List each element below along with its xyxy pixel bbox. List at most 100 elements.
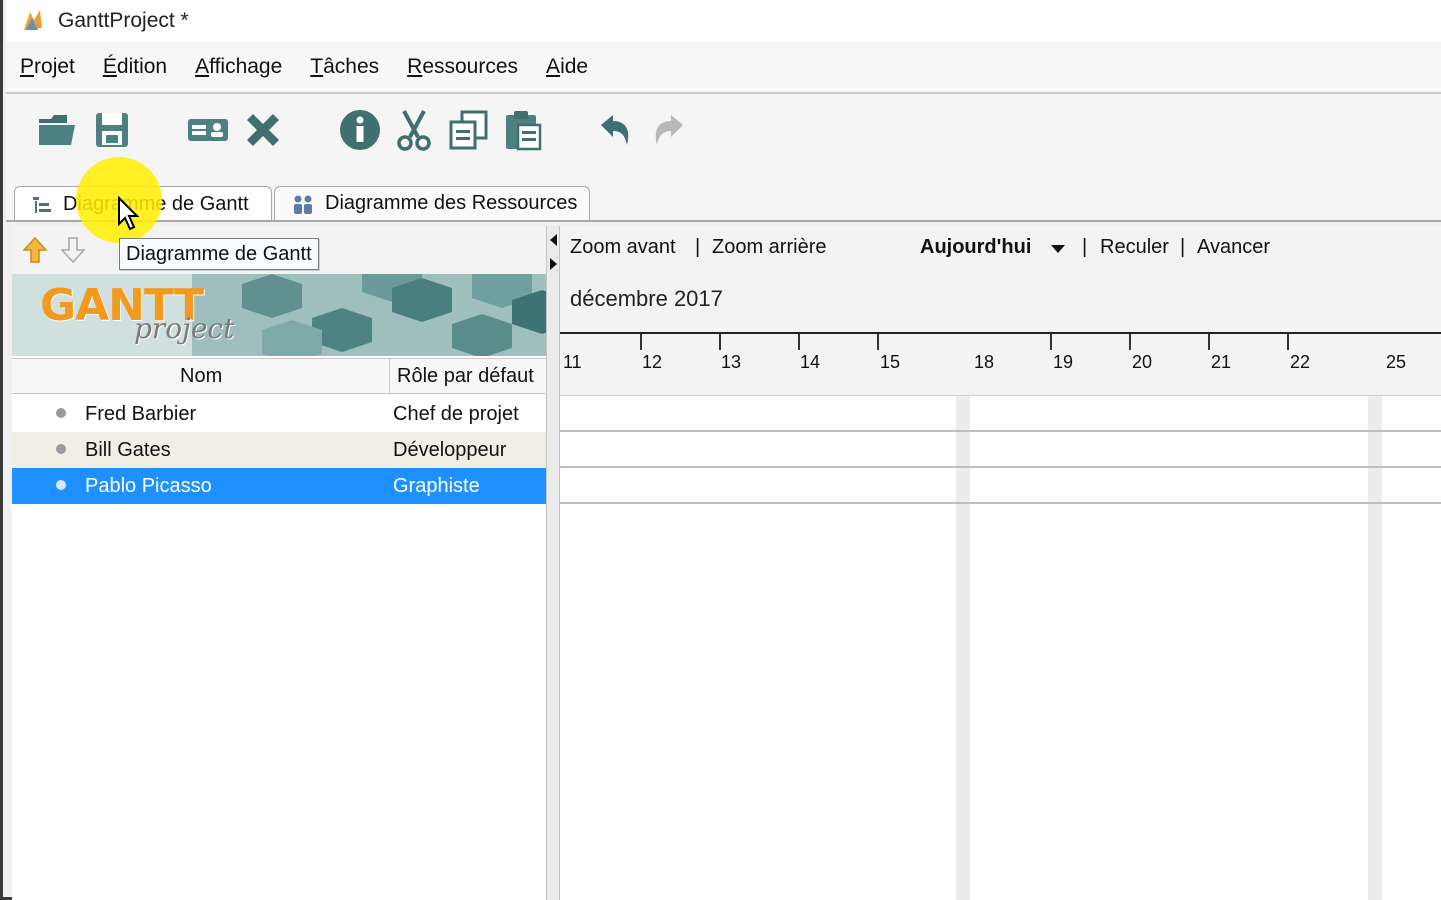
save-project-button[interactable] [90,108,134,152]
cut-icon [397,110,431,151]
column-divider[interactable] [389,359,390,393]
people-icon [291,193,315,215]
separator: | [1180,236,1186,258]
resource-role: Graphiste [393,474,480,497]
view-tabs: Diagramme de Gantt Diagramme des Ressour… [6,174,1441,222]
open-project-button[interactable] [36,108,80,152]
window-title: GanttProject * [58,9,189,32]
splitter-arrows-icon [550,234,557,270]
main-toolbar [6,94,1441,174]
chevron-down-icon[interactable] [1050,244,1066,254]
logo-sub: project [134,312,235,345]
timeline-tick [640,334,642,350]
copy-button[interactable] [446,108,490,152]
tabs-divider [6,220,1441,222]
paste-icon [506,111,542,151]
paste-button[interactable] [500,108,544,152]
open-icon [39,115,75,145]
ganttproject-logo-icon [24,10,42,30]
properties-icon [340,110,380,150]
day-label: 12 [642,352,663,372]
cut-button[interactable] [392,108,436,152]
redo-button[interactable] [646,108,690,152]
new-resource-icon [188,119,228,141]
weekend-column [956,396,970,900]
timeline-tick [798,334,800,350]
resource-name: Pablo Picasso [85,474,212,497]
day-label: 18 [974,352,995,372]
day-label: 13 [721,352,742,372]
resource-bullet-icon [56,408,66,418]
menu-taches[interactable]: Tâches [310,55,379,79]
day-label: 19 [1053,352,1074,372]
weekend-column [1368,396,1382,900]
timeline-tick [1208,334,1210,350]
menu-affichage[interactable]: Affichage [195,55,282,79]
menu-projet[interactable]: Projet [20,55,75,79]
chart-toolbar: Zoom avant | Zoom arrière Aujourd'hui | … [560,226,1441,334]
title-bar: GanttProject * [6,0,1441,42]
resource-name: Bill Gates [85,438,171,461]
timeline-tick [877,334,879,350]
ganttproject-banner: GANTT project [12,274,546,356]
forward-link[interactable]: Avancer [1197,236,1270,259]
timeline-tick [1287,334,1289,350]
separator: | [695,236,701,258]
arrow-up-icon [22,236,48,263]
tab-resources-chart[interactable]: Diagramme des Ressources [274,186,590,220]
gantt-tree-icon [31,195,53,215]
resource-role: Développeur [393,438,507,461]
separator: | [1082,236,1088,258]
day-label: 21 [1211,352,1232,372]
delete-button[interactable] [241,108,285,152]
today-link[interactable]: Aujourd'hui [920,236,1031,259]
back-link[interactable]: Reculer [1100,236,1169,259]
undo-button[interactable] [594,108,638,152]
resource-bullet-icon [56,444,66,454]
column-header-role[interactable]: Rôle par défaut [397,359,534,393]
table-header: Nom Rôle par défaut [12,358,546,394]
resource-role: Chef de projet [393,402,519,425]
panel-splitter[interactable] [546,226,560,900]
redo-icon [655,115,683,145]
timeline-header: 11 12 13 14 15 18 19 20 21 22 25 [560,334,1441,396]
table-row[interactable]: Fred Barbier Chef de projet [12,396,546,432]
table-row-selected[interactable]: Pablo Picasso Graphiste [12,468,546,504]
chart-row-line [560,466,1441,468]
tab-resources-label: Diagramme des Ressources [325,192,578,214]
column-header-nom[interactable]: Nom [180,359,222,393]
day-label: 20 [1132,352,1153,372]
undo-icon [601,115,629,145]
resource-bullet-icon [56,480,66,490]
zoom-out-link[interactable]: Zoom arrière [712,236,826,259]
menu-ressources[interactable]: Ressources [407,55,518,79]
table-row[interactable]: Bill Gates Développeur [12,432,546,468]
day-label: 25 [1386,352,1407,372]
mouse-pointer-icon [118,196,140,231]
menu-bar: Projet Édition Affichage Tâches Ressourc… [6,42,1441,94]
timeline-tick [719,334,721,350]
day-label: 22 [1290,352,1311,372]
new-resource-button[interactable] [186,108,230,152]
menu-aide[interactable]: Aide [546,55,588,79]
chart-row-line [560,430,1441,432]
properties-button[interactable] [338,108,382,152]
month-label: décembre 2017 [570,286,723,311]
arrow-down-icon [60,237,86,264]
day-label: 15 [880,352,901,372]
chart-row-line [560,502,1441,504]
menu-edition[interactable]: Édition [103,55,167,79]
day-label: 14 [800,352,821,372]
resource-name: Fred Barbier [85,402,197,425]
move-up-button[interactable] [22,236,48,269]
zoom-in-link[interactable]: Zoom avant [570,236,676,259]
timeline-tick [1129,334,1131,350]
resource-table-panel: GANTT project Nom Rôle par défaut Fred B… [12,226,546,900]
tooltip: Diagramme de Gantt [119,238,319,270]
resource-chart-panel: Zoom avant | Zoom arrière Aujourd'hui | … [560,226,1441,900]
copy-icon [449,110,488,150]
move-down-button[interactable] [60,236,86,269]
app-window: GanttProject * Projet Édition Affichage … [0,0,1441,900]
day-label: 11 [563,352,582,372]
save-icon [96,113,128,147]
